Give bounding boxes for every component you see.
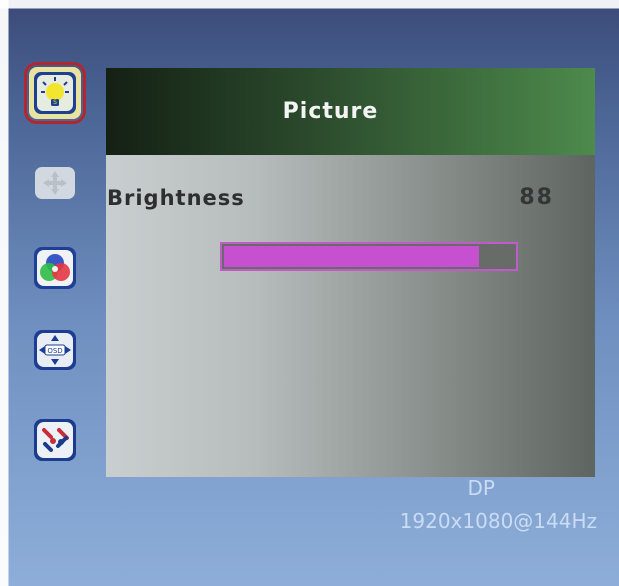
input-source: DP xyxy=(467,476,495,500)
tools-icon xyxy=(34,419,76,461)
move-icon xyxy=(35,167,75,199)
osd-icon: OSD xyxy=(34,330,76,370)
color-circles-icon xyxy=(34,247,76,289)
sidebar-item-position[interactable] xyxy=(29,157,81,209)
brightness-value: 88 xyxy=(519,185,554,210)
page-title: Picture xyxy=(282,99,379,124)
display-resolution: 1920x1080@144Hz xyxy=(399,509,597,533)
brightness-slider-fill xyxy=(224,246,480,267)
sidebar-item-color[interactable] xyxy=(29,242,81,294)
menu-header: Picture xyxy=(106,68,595,155)
sidebar-item-setup[interactable] xyxy=(29,414,81,466)
svg-text:OSD: OSD xyxy=(47,347,62,355)
lightbulb-icon: S xyxy=(34,72,76,114)
sidebar-item-osd[interactable]: OSD xyxy=(29,324,81,376)
brightness-label: Brightness xyxy=(107,186,245,210)
svg-text:S: S xyxy=(53,99,57,106)
sidebar-item-picture[interactable]: S xyxy=(24,62,86,124)
brightness-slider[interactable] xyxy=(220,242,518,271)
